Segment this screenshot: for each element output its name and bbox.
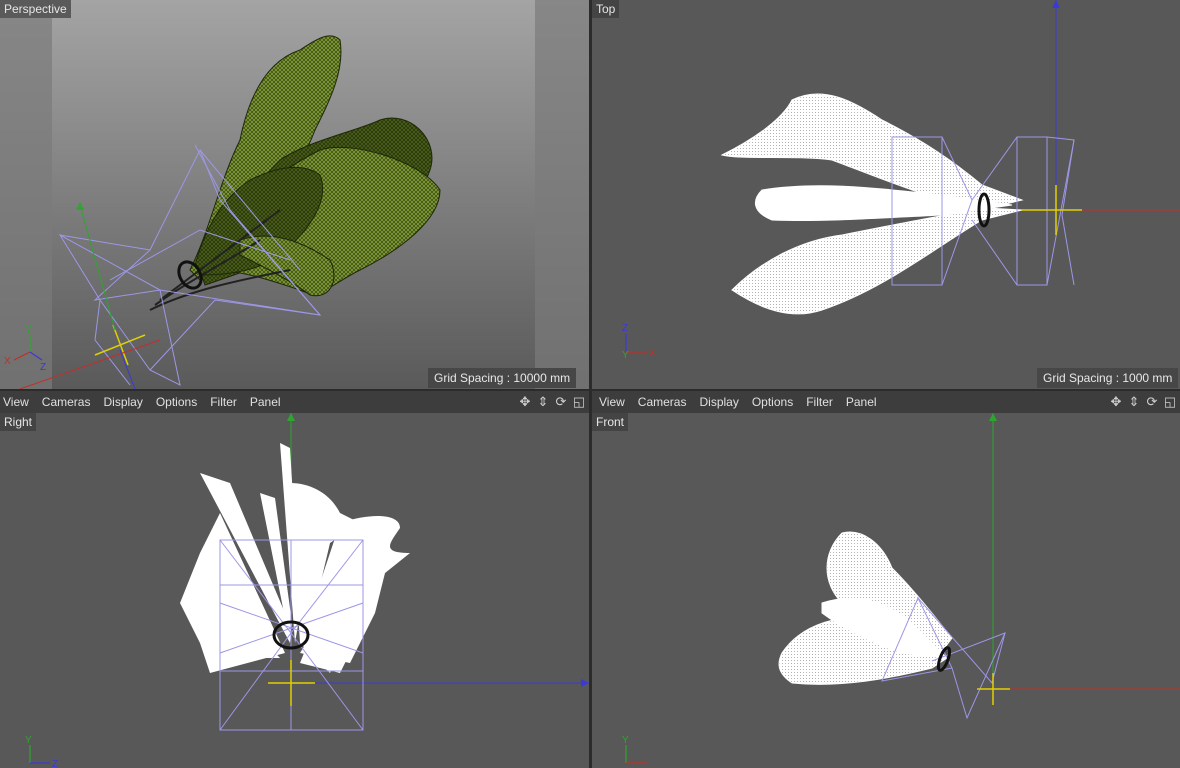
- viewport-label-front: Front: [592, 413, 629, 431]
- viewport-top[interactable]: Z Y X Top Grid Spacing : 1000 mm: [592, 0, 1180, 389]
- viewport-label-perspective: Perspective: [0, 0, 71, 18]
- menu-view[interactable]: View: [599, 391, 625, 413]
- rotate-view-icon[interactable]: ⟳: [1144, 394, 1160, 410]
- zoom-view-icon[interactable]: ⇕: [1126, 394, 1142, 410]
- move-view-icon[interactable]: ✥: [1108, 394, 1124, 410]
- zoom-view-icon[interactable]: ⇕: [535, 394, 551, 410]
- right-scene: Y Z: [0, 413, 589, 768]
- maximize-view-icon[interactable]: ◱: [571, 394, 587, 410]
- viewport-front[interactable]: Y Front: [592, 413, 1180, 768]
- axis-z-label: Z: [52, 759, 58, 768]
- viewport-right[interactable]: Y Z Right: [0, 413, 589, 768]
- menu-cameras[interactable]: Cameras: [638, 391, 687, 413]
- top-scene: Z Y X: [592, 0, 1180, 389]
- axis-y-label: Y: [622, 735, 629, 746]
- rotate-view-icon[interactable]: ⟳: [553, 394, 569, 410]
- menu-display[interactable]: Display: [103, 391, 142, 413]
- grid-spacing-top: Grid Spacing : 1000 mm: [1037, 368, 1179, 388]
- axis-z-label: Z: [622, 323, 628, 334]
- viewport-perspective[interactable]: Y X Z Perspective Grid Spacing : 10000 m…: [0, 0, 589, 389]
- menu-display[interactable]: Display: [699, 391, 738, 413]
- menu-view[interactable]: View: [3, 391, 29, 413]
- axis-y-label: Y: [25, 735, 32, 746]
- menu-options[interactable]: Options: [156, 391, 197, 413]
- front-scene: Y: [592, 413, 1180, 768]
- menu-filter[interactable]: Filter: [806, 391, 833, 413]
- viewport-menu-bar-left: View Cameras Display Options Filter Pane…: [0, 390, 589, 414]
- axis-y-label: Y: [25, 325, 32, 336]
- axis-x-label: X: [4, 356, 11, 367]
- axis-y-label: Y: [622, 350, 629, 361]
- menu-panel[interactable]: Panel: [250, 391, 281, 413]
- axis-x-label: X: [649, 348, 656, 359]
- menu-panel[interactable]: Panel: [846, 391, 877, 413]
- viewport-menu-bar-right: View Cameras Display Options Filter Pane…: [592, 390, 1180, 414]
- move-view-icon[interactable]: ✥: [517, 394, 533, 410]
- menu-filter[interactable]: Filter: [210, 391, 237, 413]
- viewport-label-right: Right: [0, 413, 37, 431]
- grid-spacing-perspective: Grid Spacing : 10000 mm: [428, 368, 577, 388]
- viewport-label-top: Top: [592, 0, 620, 18]
- perspective-scene: Y X Z: [0, 0, 589, 389]
- maximize-view-icon[interactable]: ◱: [1162, 394, 1178, 410]
- axis-z-label: Z: [40, 362, 46, 373]
- menu-cameras[interactable]: Cameras: [42, 391, 91, 413]
- menu-options[interactable]: Options: [752, 391, 793, 413]
